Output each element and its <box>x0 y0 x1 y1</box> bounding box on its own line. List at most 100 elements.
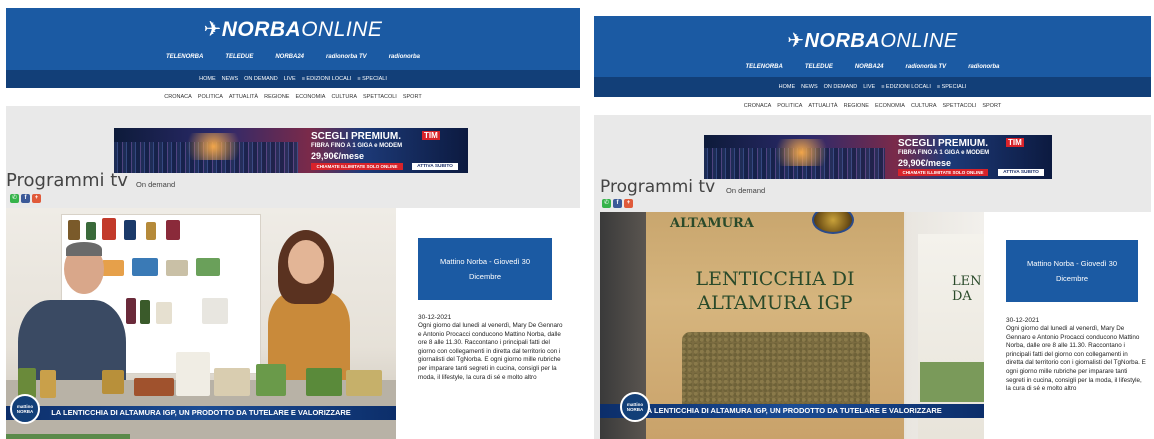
site-header: ✈NORBAONLINE TELENORBA TELEDUE NORBA24 r… <box>6 8 580 70</box>
second-bag-strip <box>920 362 984 402</box>
section-spettacoli[interactable]: SPETTACOLI <box>943 103 977 109</box>
section-spettacoli[interactable]: SPETTACOLI <box>363 94 397 100</box>
section-cultura[interactable]: CULTURA <box>911 103 937 109</box>
logo-suffix: ONLINE <box>880 30 958 52</box>
share-buttons: ✆ f + <box>602 199 633 208</box>
mattino-norba-badge: mattino NORBA <box>620 392 650 422</box>
section-sport[interactable]: SPORT <box>982 103 1001 109</box>
nav-news[interactable]: NEWS <box>222 76 239 82</box>
section-economia[interactable]: ECONOMIA <box>295 94 325 100</box>
logo-prefix: NORBA <box>221 18 302 41</box>
shelf-product <box>140 300 150 324</box>
counter-product <box>214 368 250 396</box>
nav-news[interactable]: NEWS <box>801 84 818 90</box>
shelf-product <box>166 220 180 240</box>
episode-title-box[interactable]: Mattino Norba - Giovedì 30 Dicembre <box>1006 240 1138 302</box>
section-attualita[interactable]: ATTUALITÀ <box>229 94 258 100</box>
plus-icon[interactable]: + <box>32 194 41 203</box>
badge-line2: NORBA <box>16 409 34 414</box>
whatsapp-icon[interactable]: ✆ <box>602 199 611 208</box>
main-nav: HOME NEWS ON DEMAND LIVE ≡ EDIZIONI LOCA… <box>594 77 1151 97</box>
video-player[interactable]: LA LENTICCHIA DI ALTAMURA IGP, UN PRODOT… <box>6 208 396 439</box>
plus-icon[interactable]: + <box>624 199 633 208</box>
section-cronaca[interactable]: CRONACA <box>744 103 772 109</box>
episode-description: Ogni giorno dal lunedì al venerdì, Mary … <box>1006 325 1146 393</box>
channel-radionorba[interactable]: radionorba <box>968 64 999 70</box>
shelf-product <box>102 218 116 240</box>
shelf-product <box>156 302 172 324</box>
bag-label-line2: ALTAMURA IGP <box>697 292 853 314</box>
counter-product <box>256 364 286 396</box>
ad-banner[interactable]: SCEGLI PREMIUM. FIBRA FINO A 1 GIGA e MO… <box>114 128 468 173</box>
nav-live[interactable]: LIVE <box>284 76 296 82</box>
banner-title: SCEGLI PREMIUM. <box>898 138 989 149</box>
nav-home[interactable]: HOME <box>199 76 216 82</box>
video-caption: LA LENTICCHIA DI ALTAMURA IGP, UN PRODOT… <box>6 406 396 420</box>
section-politica[interactable]: POLITICA <box>198 94 223 100</box>
nav-live[interactable]: LIVE <box>863 84 875 90</box>
banner-brand: TIM <box>422 131 440 140</box>
nav-edizioni-locali[interactable]: ≡ EDIZIONI LOCALI <box>302 76 352 82</box>
page-title: Programmi tv <box>600 177 716 197</box>
nav-home[interactable]: HOME <box>779 84 796 90</box>
bag-label-line1: LENTICCHIA DI <box>695 268 855 290</box>
banner-cta-button[interactable]: ATTIVA SUBITO <box>998 169 1044 176</box>
nav-edizioni-locali[interactable]: ≡ EDIZIONI LOCALI <box>881 84 931 90</box>
banner-strip: CHIAMATE ILLIMITATE SOLO ONLINE <box>898 169 988 176</box>
video-player[interactable]: ALTAMURA LENTICCHIA DI ALTAMURA IGP LEN … <box>600 212 984 439</box>
channel-list: TELENORBA TELEDUE NORBA24 radionorba TV … <box>594 64 1151 70</box>
channel-norba24[interactable]: NORBA24 <box>275 54 304 60</box>
episode-title-box[interactable]: Mattino Norba - Giovedì 30 Dicembre <box>418 238 552 300</box>
section-regione[interactable]: REGIONE <box>264 94 289 100</box>
episode-description: Ogni giorno dal lunedì al venerdì, Mary … <box>418 322 563 381</box>
section-economia[interactable]: ECONOMIA <box>875 103 905 109</box>
nav-speciali[interactable]: ≡ SPECIALI <box>357 76 387 82</box>
channel-radionorba[interactable]: radionorba <box>389 54 420 60</box>
section-politica[interactable]: POLITICA <box>777 103 802 109</box>
badge-line2: NORBA <box>626 407 644 412</box>
channel-list: TELENORBA TELEDUE NORBA24 radionorba TV … <box>6 54 580 60</box>
facebook-icon[interactable]: f <box>613 199 622 208</box>
facebook-icon[interactable]: f <box>21 194 30 203</box>
logo-prefix: NORBA <box>804 30 881 52</box>
video-caption: LA LENTICCHIA DI ALTAMURA IGP, UN PRODOT… <box>600 404 984 418</box>
section-cultura[interactable]: CULTURA <box>331 94 357 100</box>
channel-radionorba-tv[interactable]: radionorba TV <box>326 54 367 60</box>
progress-strip <box>6 434 130 439</box>
shelf-product <box>202 298 228 324</box>
banner-brand-label: TIM <box>1006 138 1024 147</box>
nav-speciali[interactable]: ≡ SPECIALI <box>937 84 967 90</box>
video-frame-kitchen <box>6 208 396 439</box>
breadcrumb-on-demand[interactable]: On demand <box>136 180 175 189</box>
ad-banner[interactable]: SCEGLI PREMIUM. FIBRA FINO A 1 GIGA e MO… <box>704 135 1052 179</box>
channel-teledue[interactable]: TELEDUE <box>225 54 253 60</box>
episode-date: 30-12-2021 <box>1006 317 1040 324</box>
nav-on-demand[interactable]: ON DEMAND <box>824 84 858 90</box>
episode-info-panel: Mattino Norba - Giovedì 30 Dicembre 30-1… <box>984 212 1151 439</box>
counter-product <box>40 370 56 398</box>
shelf-product <box>124 220 136 240</box>
banner-cta-button[interactable]: ATTIVA SUBITO <box>412 163 458 170</box>
breadcrumb-on-demand[interactable]: On demand <box>726 186 765 195</box>
site-logo[interactable]: ✈NORBAONLINE <box>6 17 580 42</box>
section-attualita[interactable]: ATTUALITÀ <box>808 103 837 109</box>
whatsapp-icon[interactable]: ✆ <box>10 194 19 203</box>
shelf-product <box>196 258 220 276</box>
channel-norba24[interactable]: NORBA24 <box>855 64 884 70</box>
episode-date: 30-12-2021 <box>418 314 452 321</box>
section-regione[interactable]: REGIONE <box>844 103 869 109</box>
channel-telenorba[interactable]: TELENORBA <box>166 54 203 60</box>
section-sport[interactable]: SPORT <box>403 94 422 100</box>
banner-title: SCEGLI PREMIUM. <box>311 131 402 142</box>
banner-brand-label: TIM <box>422 131 440 140</box>
channel-telenorba[interactable]: TELENORBA <box>745 64 782 70</box>
channel-teledue[interactable]: TELEDUE <box>805 64 833 70</box>
counter-product <box>346 370 382 396</box>
channel-radionorba-tv[interactable]: radionorba TV <box>906 64 947 70</box>
share-buttons: ✆ f + <box>10 194 41 203</box>
counter-product <box>134 378 174 396</box>
counter-product <box>176 352 210 396</box>
nav-on-demand[interactable]: ON DEMAND <box>244 76 278 82</box>
site-logo[interactable]: ✈NORBAONLINE <box>594 28 1151 53</box>
section-cronaca[interactable]: CRONACA <box>164 94 192 100</box>
